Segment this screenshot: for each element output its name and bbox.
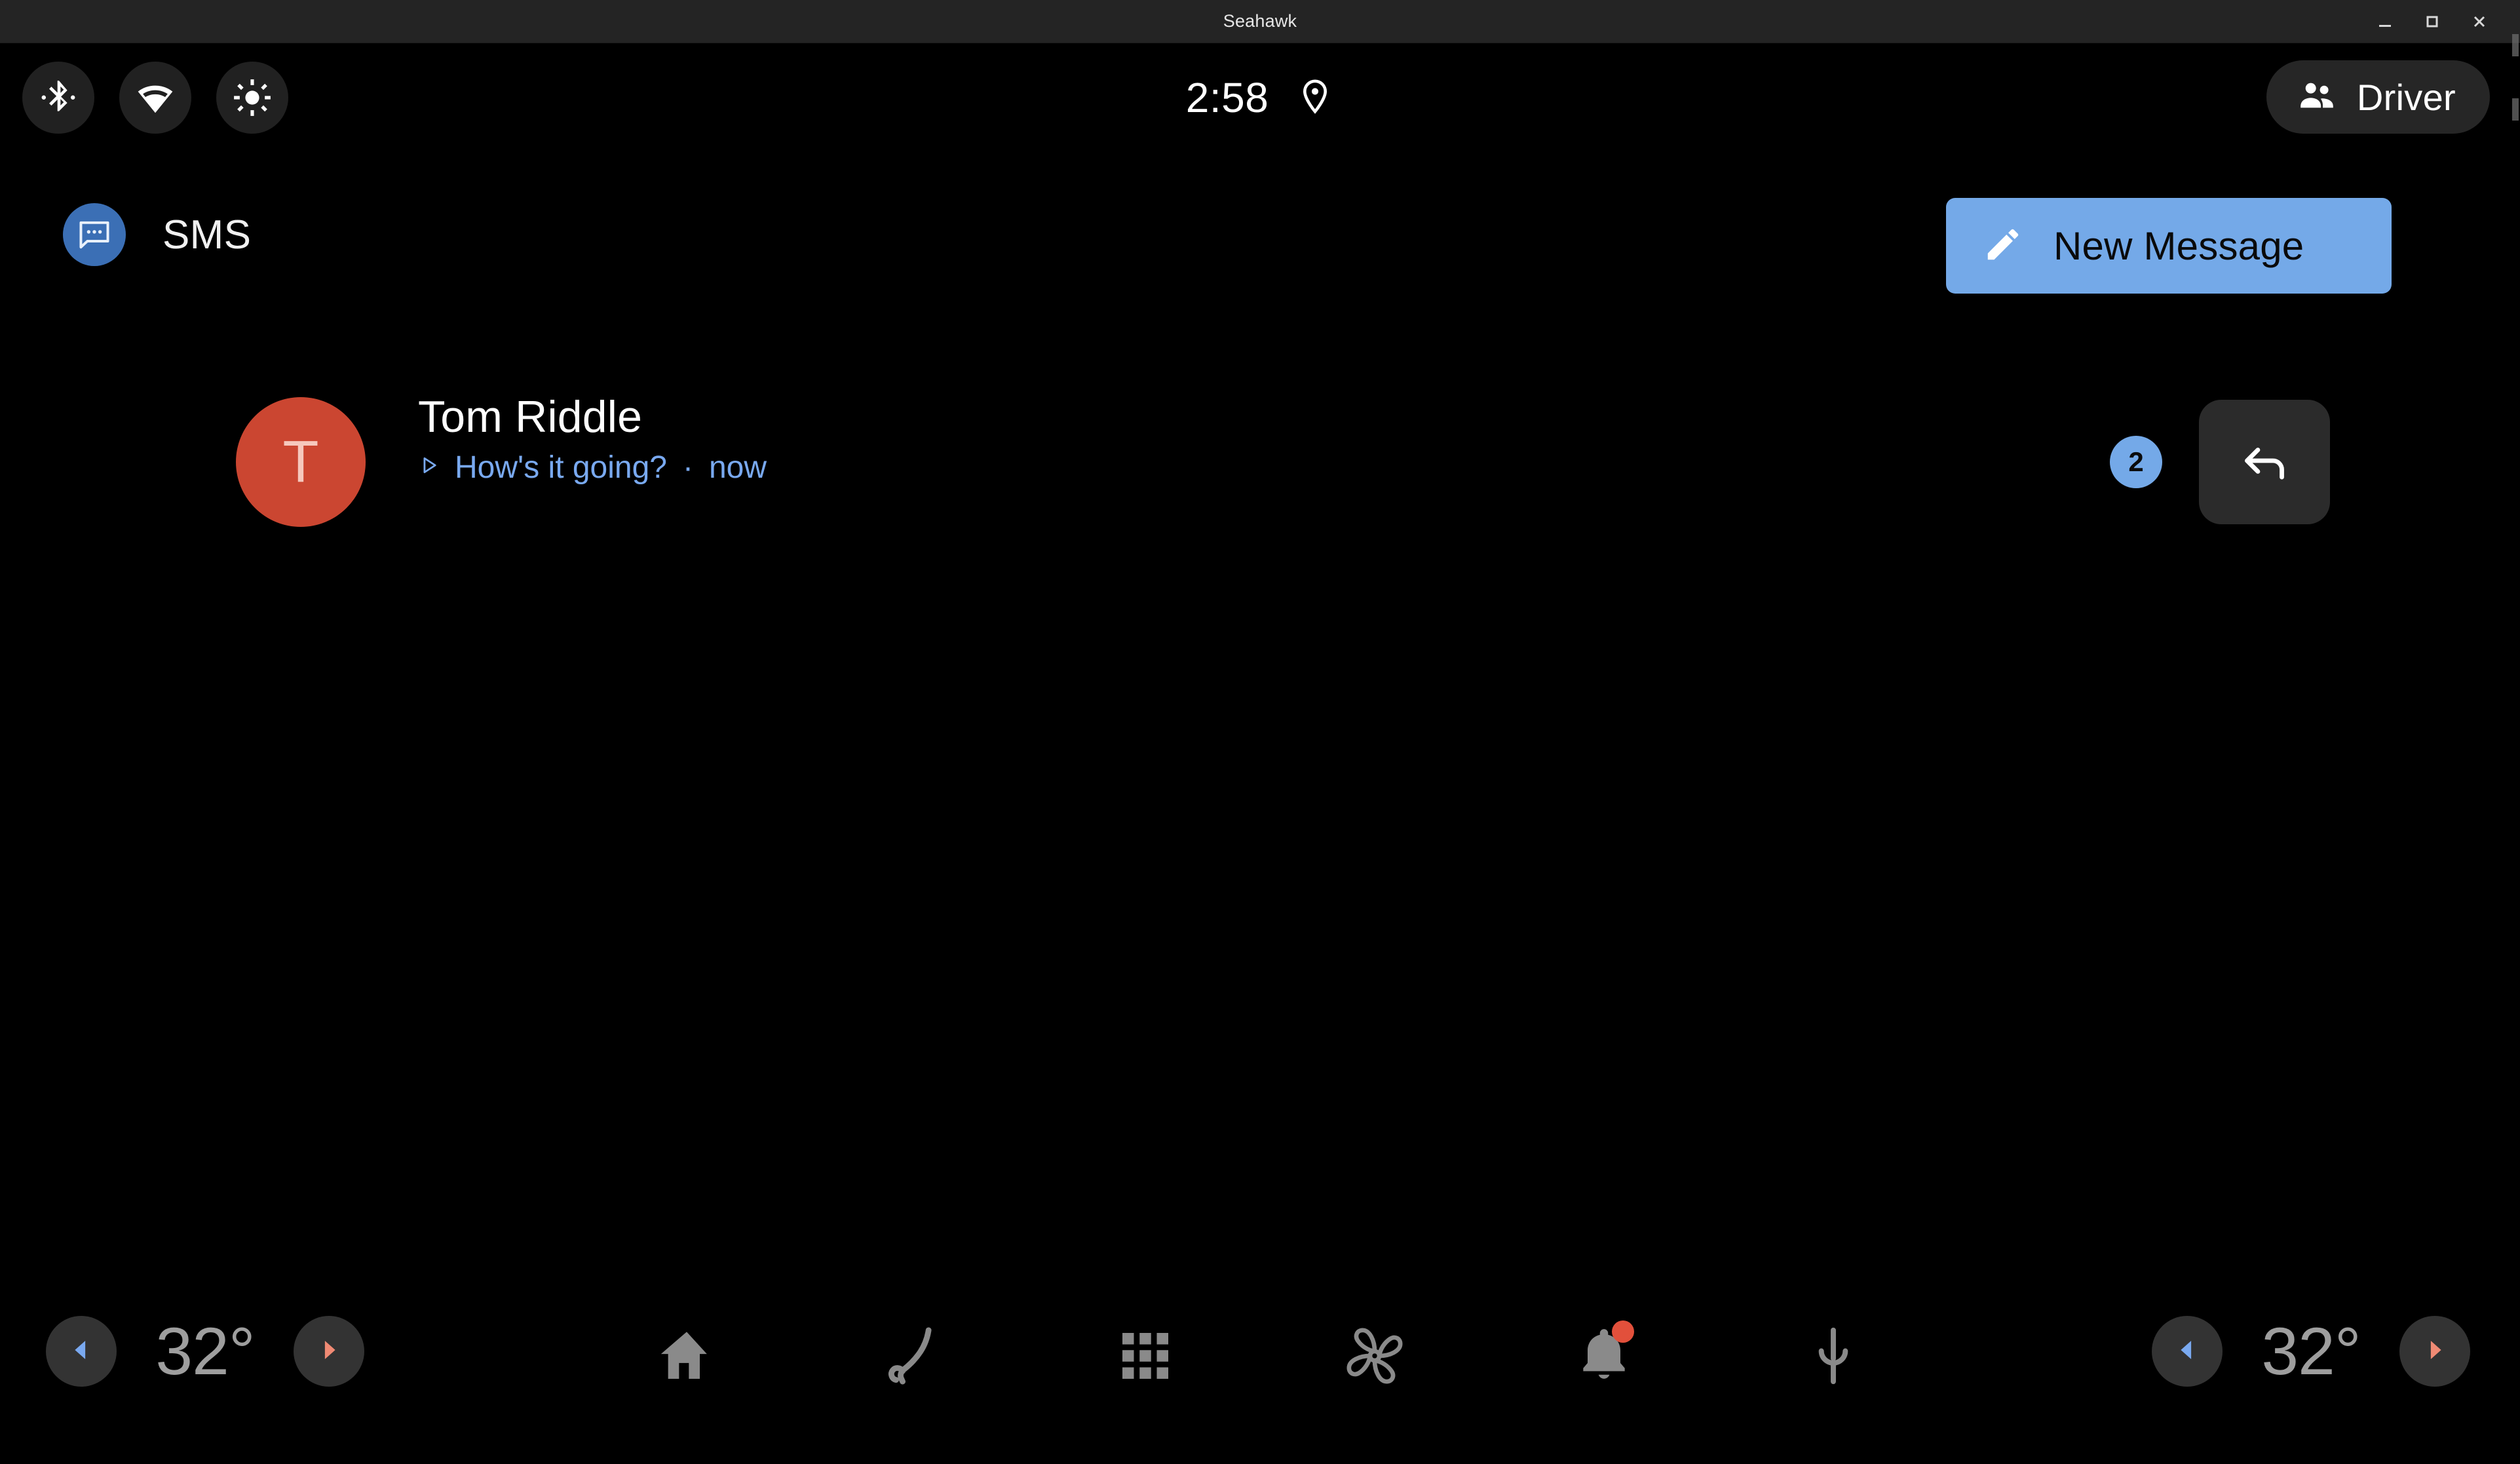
status-center: 2:58 (0, 62, 2520, 134)
climate-fan-icon (1342, 1323, 1407, 1389)
reply-arrow-icon (2236, 433, 2293, 492)
avatar-initial: T (282, 429, 319, 495)
nav-apps-button[interactable] (1106, 1317, 1185, 1395)
window-title: Seahawk (1223, 11, 1297, 31)
conversation-sender-name: Tom Riddle (418, 392, 643, 442)
reply-button[interactable] (2199, 400, 2330, 524)
new-message-button[interactable]: New Message (1946, 198, 2392, 294)
location-pin-icon (1296, 77, 1334, 119)
clock: 2:58 (1185, 74, 1269, 121)
conversation-list: T Tom Riddle How's it going? · now 2 (0, 374, 2520, 1291)
conversation-actions: 2 (2110, 400, 2330, 524)
maximize-icon (2424, 13, 2441, 30)
brightness-toggle[interactable] (216, 62, 288, 134)
status-right: Driver (2266, 60, 2490, 134)
driver-profile-button[interactable]: Driver (2266, 60, 2490, 134)
conversation-row[interactable]: T Tom Riddle How's it going? · now 2 (0, 374, 2520, 550)
people-icon (2297, 75, 2337, 119)
close-button[interactable] (2456, 0, 2503, 43)
nav-items (0, 1313, 2520, 1398)
microphone-icon (1801, 1323, 1866, 1389)
temp-decrease-right-button[interactable] (2152, 1316, 2223, 1387)
driver-profile-label: Driver (2356, 76, 2456, 118)
temperature-value-right: 32° (2261, 1314, 2361, 1389)
close-icon (2471, 13, 2488, 30)
sms-chat-bubble-icon (63, 203, 126, 266)
pencil-icon (1983, 224, 2023, 268)
bluetooth-toggle[interactable] (22, 62, 94, 134)
nav-home-button[interactable] (647, 1317, 726, 1395)
temperature-control-right: 32° (2152, 1316, 2470, 1387)
wifi-toggle[interactable] (119, 62, 191, 134)
window-controls (2361, 0, 2503, 43)
nav-phone-button[interactable] (877, 1317, 955, 1395)
nav-notifications-button[interactable] (1565, 1317, 1643, 1395)
status-bar: 2:58 Driver (0, 43, 2520, 174)
bluetooth-icon (38, 77, 79, 118)
conversation-text: Tom Riddle How's it going? · now (418, 392, 767, 486)
wifi-icon (135, 77, 176, 118)
minimize-icon (2377, 13, 2394, 30)
brightness-icon (232, 77, 273, 118)
conversation-timestamp: now (708, 450, 767, 486)
page-title: SMS (162, 212, 252, 258)
chevron-left-icon (2173, 1336, 2201, 1367)
new-message-label: New Message (2053, 223, 2304, 268)
play-triangle-icon[interactable] (418, 451, 440, 486)
bottom-nav-bar: 32° 32° (0, 1287, 2520, 1464)
conversation-preview-line: How's it going? · now (418, 450, 767, 486)
nav-climate-button[interactable] (1335, 1317, 1414, 1395)
preview-separator: · (683, 450, 693, 486)
status-quick-toggles (22, 62, 288, 134)
apps-grid-icon (1113, 1323, 1178, 1389)
car-ui-window: Seahawk 2:58 Driver SMS New Message T To… (0, 0, 2520, 1464)
nav-assistant-button[interactable] (1794, 1317, 1873, 1395)
status-badge: 2 (2110, 436, 2162, 488)
minimize-button[interactable] (2361, 0, 2409, 43)
app-header: SMS New Message (0, 190, 2520, 315)
chevron-right-icon (2421, 1336, 2449, 1367)
conversation-preview-text: How's it going? (455, 450, 667, 486)
app-identity: SMS (63, 203, 251, 266)
window-titlebar: Seahawk (0, 0, 2520, 43)
maximize-button[interactable] (2409, 0, 2456, 43)
phone-icon (883, 1323, 949, 1389)
home-icon (654, 1323, 719, 1389)
avatar: T (236, 397, 366, 527)
notification-dot-badge (1612, 1320, 1634, 1343)
temp-increase-right-button[interactable] (2399, 1316, 2470, 1387)
